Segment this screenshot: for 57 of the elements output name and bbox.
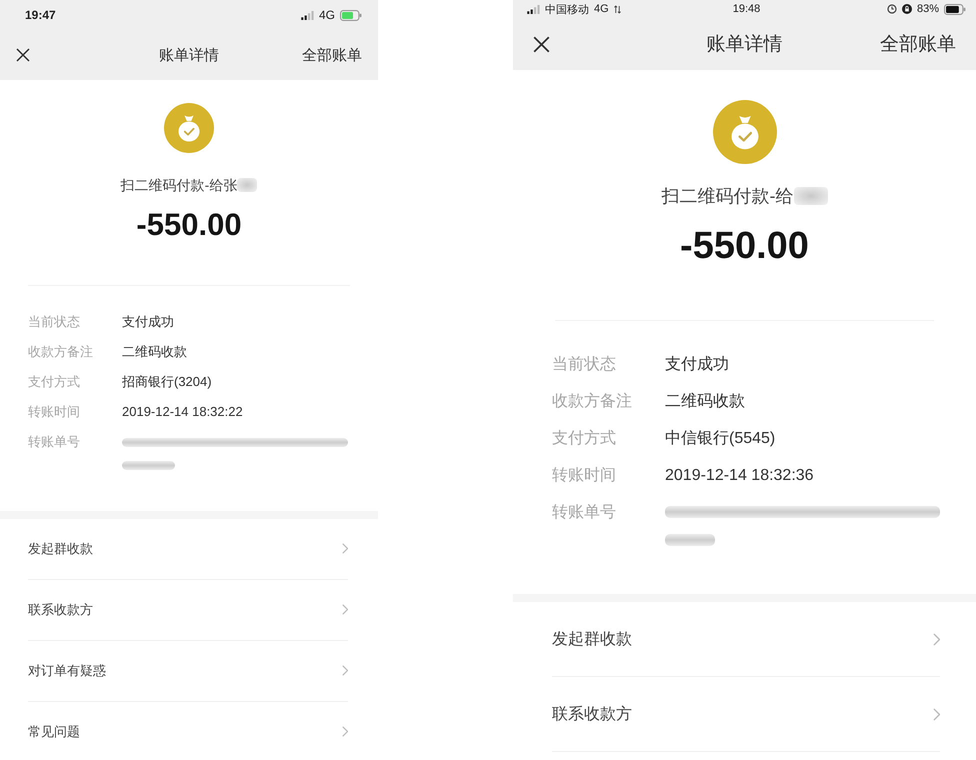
detail-label: 支付方式 — [28, 373, 81, 391]
detail-label: 支付方式 — [552, 428, 617, 448]
battery-percent: 83% — [916, 3, 939, 15]
menu-item[interactable]: 对订单有疑惑 — [28, 640, 348, 702]
all-bills-link[interactable]: 全部账单 — [880, 31, 956, 57]
detail-value: 中信银行(5545) — [665, 428, 776, 448]
payment-title: 扫二维码付款-给张 — [120, 176, 238, 195]
chevron-icon — [342, 604, 348, 615]
detail-value: 支付成功 — [122, 313, 174, 331]
close-button[interactable] — [533, 36, 550, 52]
detail-value: 2019-12-14 18:32:36 — [665, 466, 814, 486]
detail-value: 支付成功 — [665, 354, 729, 374]
network-type: 4G — [318, 8, 335, 22]
lock-icon — [902, 4, 912, 14]
detail-value: 二维码收款 — [665, 392, 745, 412]
payment-amount: -550.00 — [136, 209, 242, 241]
detail-label: 当前状态 — [28, 313, 81, 331]
blurred-redaction — [665, 534, 715, 546]
menu-item[interactable]: 联系收款方 — [552, 677, 940, 752]
close-button[interactable] — [16, 48, 30, 62]
chevron-icon — [932, 632, 940, 646]
chevron-icon — [342, 726, 348, 737]
menu-item[interactable]: 联系收款方 — [28, 580, 348, 640]
detail-value: 二维码收款 — [122, 343, 187, 361]
detail-value: 2019-12-14 18:32:22 — [122, 403, 243, 421]
money-bag-icon — [164, 103, 214, 153]
detail-label: 转账时间 — [28, 403, 81, 421]
network-type: 4G — [594, 3, 609, 15]
all-bills-link[interactable]: 全部账单 — [302, 46, 362, 64]
menu-item[interactable]: 常见问题 — [28, 702, 348, 760]
detail-label: 转账单号 — [28, 433, 81, 451]
payment-title: 扫二维码付款-给 — [662, 185, 794, 208]
payment-amount: -550.00 — [680, 226, 809, 266]
status-time: 19:47 — [25, 8, 56, 22]
detail-label: 转账时间 — [552, 466, 617, 486]
chevron-icon — [342, 665, 348, 676]
detail-label: 转账单号 — [552, 502, 617, 522]
detail-label: 当前状态 — [552, 354, 617, 374]
data-arrows-icon — [614, 4, 621, 14]
nav-title: 账单详情 — [159, 46, 219, 64]
clock-icon — [886, 4, 897, 14]
signal-icon — [527, 4, 540, 14]
nav-title: 账单详情 — [706, 33, 782, 57]
blurred-redaction — [122, 460, 175, 470]
detail-label: 收款方备注 — [552, 392, 633, 412]
status-time: 19:48 — [732, 3, 760, 15]
close-icon — [533, 36, 550, 52]
chevron-icon — [342, 543, 348, 554]
signal-icon — [300, 10, 314, 20]
carrier-name: 中国移动 — [545, 2, 589, 16]
detail-value: 招商银行(3204) — [122, 373, 212, 391]
close-icon — [16, 48, 30, 62]
detail-label: 收款方备注 — [28, 343, 94, 361]
money-bag-icon — [712, 100, 776, 164]
menu-item[interactable]: 发起群收款 — [28, 518, 348, 580]
chevron-icon — [932, 708, 940, 720]
menu-item[interactable]: 发起群收款 — [552, 602, 940, 677]
